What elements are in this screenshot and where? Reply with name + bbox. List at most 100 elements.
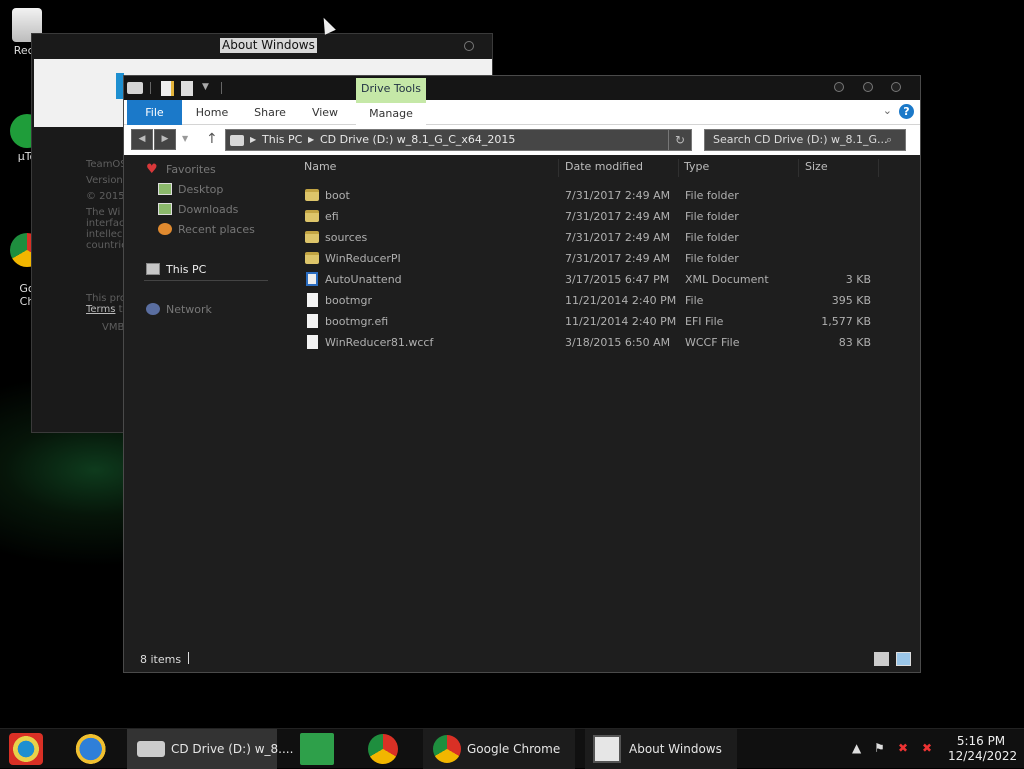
taskbar-app-google-chrome[interactable]: Google Chrome [423,729,575,769]
separator [221,82,222,94]
nav-label: Network [166,303,212,316]
taskbar-app-cd-drive[interactable]: CD Drive (D:) w_8.... [127,729,293,769]
breadcrumb-this-pc[interactable]: This PC [262,130,302,150]
table-row[interactable]: WinReducer81.wccf 3/18/2015 6:50 AM WCCF F… [296,332,906,353]
back-button[interactable]: ◀ [131,129,153,150]
table-row[interactable]: efi 7/31/2017 2:49 AM File folder [296,206,906,227]
ribbon-tabs: File Home Share View Manage ⌄ ? [124,100,920,125]
volume-muted-icon[interactable]: ✖ [922,741,932,755]
search-icon[interactable]: ⌕ [886,133,892,147]
title-bar[interactable]: ▼ Drive Tools [124,76,920,100]
navigation-bar: ◀ ▶ ▼ ↑ ▶ This PC ▶ CD Drive (D:) w_8.1_… [124,125,920,155]
search-input[interactable]: Search CD Drive (D:) w_8.1_G... [704,129,906,151]
nav-network[interactable]: Network [146,301,212,319]
file-date: 3/18/2015 6:50 AM [565,336,671,349]
breadcrumb-arrow-icon[interactable]: ▶ [308,130,314,150]
table-row[interactable]: AutoUnattend 3/17/2015 6:47 PM XML Documen… [296,269,906,290]
clock[interactable]: 5:16 PM 12/24/2022 [948,734,1017,764]
column-header-date-modified[interactable]: Date modified [565,160,643,174]
customize-quick-access-button[interactable]: ▼ [202,82,209,97]
nav-downloads[interactable]: Downloads [158,201,238,219]
action-center-flag-icon[interactable]: ⚑ [874,741,885,755]
large-icons-view-button[interactable] [896,652,911,666]
network-disconnected-icon[interactable]: ✖ [898,741,908,755]
file-type: File folder [685,252,739,265]
table-row[interactable]: WinReducerPI 7/31/2017 2:49 AM File folder [296,248,906,269]
table-row[interactable]: bootmgr.efi 11/21/2014 2:40 PM EFI File 1,5… [296,311,906,332]
address-bar[interactable]: ▶ This PC ▶ CD Drive (D:) w_8.1_G_C_x64_… [225,129,692,151]
downloads-icon [158,203,172,215]
show-hidden-icons-button[interactable]: ▲ [852,741,861,755]
file-type: EFI File [685,315,724,328]
tab-share[interactable]: Share [249,100,291,125]
internet-explorer-icon[interactable] [72,733,106,765]
tab-view[interactable]: View [306,100,344,125]
up-button[interactable]: ↑ [206,131,218,147]
file-date: 7/31/2017 2:49 AM [565,231,671,244]
nav-desktop[interactable]: Desktop [158,181,223,199]
desktop: Recy µTo Go Ch About Windows TeamOS Vers… [0,0,1024,728]
item-count: 8 items [140,653,182,666]
favorites-star-icon: ♥ [146,162,158,177]
nav-recent-places[interactable]: Recent places [158,221,255,239]
desktop-icon [158,183,172,195]
mouse-cursor [318,15,336,35]
recent-locations-button[interactable]: ▼ [182,134,188,143]
terms-link[interactable]: Terms [86,304,115,315]
folder-icon [305,210,319,222]
about-line: countrie [86,240,128,251]
column-separator[interactable] [558,159,559,177]
table-row[interactable]: bootmgr 11/21/2014 2:40 PM File 395 KB [296,290,906,311]
file-name: boot [325,189,350,202]
tab-manage[interactable]: Manage [356,100,426,125]
store-icon[interactable] [300,733,334,765]
table-row[interactable]: boot 7/31/2017 2:49 AM File folder [296,185,906,206]
network-icon [146,303,160,315]
help-icon[interactable]: ? [899,104,914,119]
chrome-pinned-icon[interactable] [368,734,398,764]
column-separator[interactable] [678,159,679,177]
close-button[interactable] [891,82,901,92]
media-player-icon[interactable] [9,733,43,765]
column-header-size[interactable]: Size [805,160,828,174]
about-line: TeamOS [86,159,127,170]
about-close-button[interactable] [464,41,474,51]
file-name: WinReducerPI [325,252,401,265]
about-license-line: This pro [86,293,126,304]
details-view-button[interactable] [874,652,889,666]
new-folder-button[interactable] [181,81,193,96]
nav-favorites[interactable]: ♥ Favorites [146,161,216,179]
tab-file[interactable]: File [127,100,182,125]
forward-button[interactable]: ▶ [154,129,176,150]
maximize-button[interactable] [863,82,873,92]
breadcrumb-cd-drive[interactable]: CD Drive (D:) w_8.1_G_C_x64_2015 [320,130,515,150]
about-line: interfac [86,218,125,229]
table-row[interactable]: sources 7/31/2017 2:49 AM File folder [296,227,906,248]
file-explorer-window[interactable]: ▼ Drive Tools File Home Share View Manag… [123,75,921,673]
status-separator [188,652,189,664]
column-header-name[interactable]: Name [304,160,336,174]
tab-home[interactable]: Home [192,100,232,125]
about-window-icon [593,735,621,763]
refresh-button[interactable]: ↻ [668,129,692,151]
column-separator[interactable] [798,159,799,177]
column-separator[interactable] [878,159,879,177]
file-name: bootmgr.efi [325,315,389,328]
properties-button[interactable] [161,81,174,96]
navigation-pane: ♥ Favorites Desktop Downloads Recent plac… [124,155,289,645]
about-line: intellec [86,229,123,240]
recent-places-icon [158,223,172,235]
file-type: File folder [685,189,739,202]
breadcrumb-arrow-icon[interactable]: ▶ [250,130,256,150]
file-icon [307,293,318,307]
about-line: Version [86,175,123,186]
chevron-down-icon[interactable]: ⌄ [883,104,892,117]
taskbar-app-about-windows[interactable]: About Windows [585,729,737,769]
about-window-title: About Windows [220,38,317,53]
minimize-button[interactable] [834,82,844,92]
this-pc-icon [146,263,160,275]
nav-this-pc[interactable]: This PC [146,261,206,279]
column-header-type[interactable]: Type [684,160,709,174]
nav-label: Favorites [166,163,216,176]
nav-label: Recent places [178,223,255,236]
